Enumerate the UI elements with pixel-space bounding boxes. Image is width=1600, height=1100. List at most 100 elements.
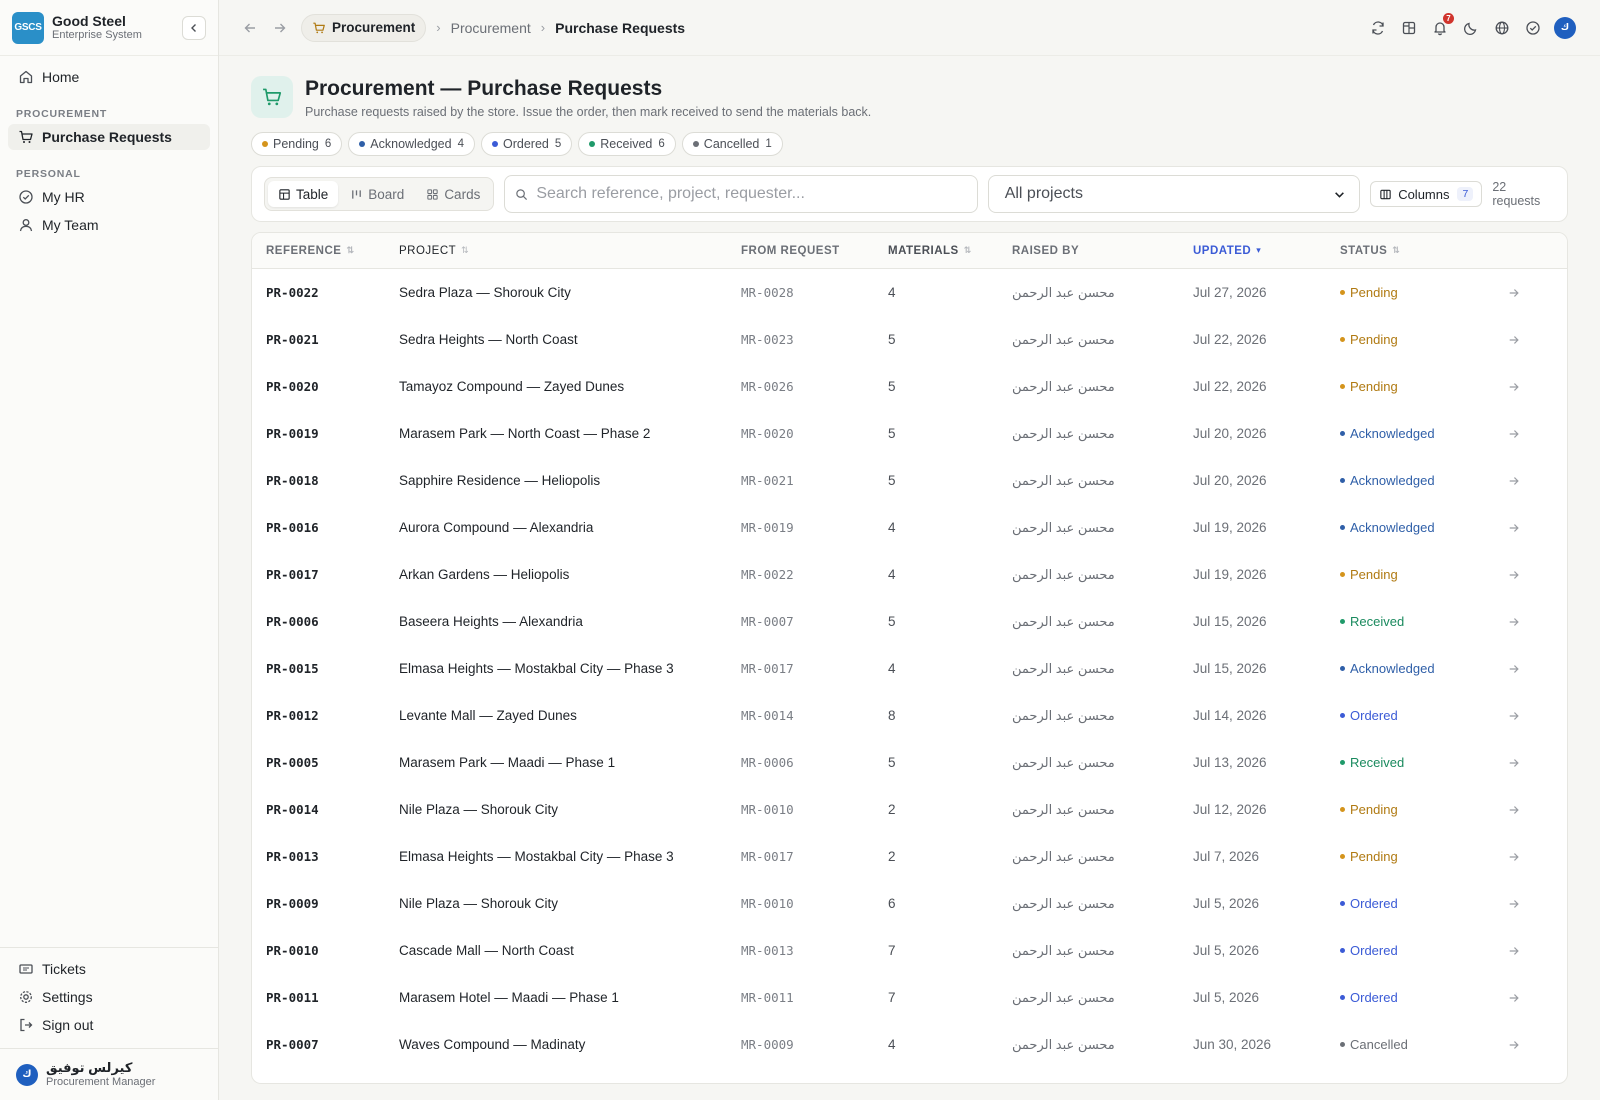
- table-row[interactable]: PR-0005 Marasem Park — Maadi — Phase 1 MR-…: [252, 739, 1567, 786]
- search-input[interactable]: [536, 185, 957, 203]
- open-row-button[interactable]: [1508, 851, 1538, 863]
- open-row-button[interactable]: [1508, 757, 1538, 769]
- user-avatar-button[interactable]: ك: [1554, 16, 1576, 39]
- column-header-updated[interactable]: UPDATED ▾: [1193, 245, 1340, 257]
- columns-button[interactable]: Columns 7: [1370, 181, 1483, 207]
- table-row[interactable]: PR-0018 Sapphire Residence — Heliopolis MR…: [252, 457, 1567, 504]
- cell-updated: Jul 19, 2026: [1193, 520, 1267, 535]
- table-row[interactable]: PR-0013 Elmasa Heights — Mostakbal City —…: [252, 833, 1567, 880]
- status-dot: [262, 141, 268, 147]
- status-dot: [1340, 431, 1345, 436]
- sidebar-item-sign-out[interactable]: Sign out: [8, 1012, 210, 1038]
- table-row[interactable]: PR-0021 Sedra Heights — North Coast MR-002…: [252, 316, 1567, 363]
- table-row[interactable]: PR-0012 Levante Mall — Zayed Dunes MR-0014…: [252, 692, 1567, 739]
- sidebar-item-tickets[interactable]: Tickets: [8, 956, 210, 982]
- status-chip-received[interactable]: Received 6: [578, 132, 676, 156]
- page-subtitle: Purchase requests raised by the store. I…: [305, 105, 872, 119]
- table-row[interactable]: PR-0019 Marasem Park — North Coast — Phas…: [252, 410, 1567, 457]
- table-row[interactable]: PR-0011 Marasem Hotel — Maadi — Phase 1 MR…: [252, 974, 1567, 1021]
- columns-icon: [1380, 189, 1391, 199]
- view-cards-button[interactable]: Cards: [416, 181, 490, 207]
- project-filter-value: All projects: [1004, 185, 1083, 202]
- back-arrow-icon[interactable]: [243, 21, 257, 35]
- sidebar-item-settings[interactable]: Settings: [8, 984, 210, 1010]
- arrow-right-icon: [1509, 805, 1519, 814]
- open-row-button[interactable]: [1508, 992, 1538, 1004]
- open-row-button[interactable]: [1508, 522, 1538, 534]
- column-header-raised-by: RAISED BY: [1012, 245, 1193, 257]
- column-header-project[interactable]: PROJECT ⇅: [399, 245, 741, 257]
- cell-project: Nile Plaza — Shorouk City: [399, 802, 559, 817]
- cell-project: Nile Plaza — Shorouk City: [399, 896, 559, 911]
- open-row-button[interactable]: [1508, 428, 1538, 440]
- open-row-button[interactable]: [1508, 898, 1538, 910]
- table-row[interactable]: PR-0016 Aurora Compound — Alexandria MR-00…: [252, 504, 1567, 551]
- sidebar-item-my-team[interactable]: My Team: [8, 212, 210, 238]
- open-row-button[interactable]: [1508, 287, 1538, 299]
- table-row[interactable]: PR-0022 Sedra Plaza — Shorouk City MR-0028…: [252, 269, 1567, 316]
- view-table-button[interactable]: Table: [268, 181, 339, 207]
- collapse-sidebar-button[interactable]: [182, 16, 206, 40]
- column-header-status[interactable]: STATUS ⇅: [1340, 245, 1508, 257]
- sidebar-item-home[interactable]: Home: [8, 64, 210, 90]
- forward-arrow-icon[interactable]: [273, 21, 287, 35]
- cell-raised-by: محسن عبد الرحمن: [1012, 707, 1115, 723]
- view-board-button[interactable]: Board: [340, 181, 414, 207]
- status-chip-acknowledged[interactable]: Acknowledged 4: [348, 132, 475, 156]
- status-chip-cancelled[interactable]: Cancelled 1: [681, 132, 783, 156]
- table-row[interactable]: PR-0006 Baseera Heights — Alexandria MR-00…: [252, 598, 1567, 645]
- column-header-reference[interactable]: REFERENCE ⇅: [252, 245, 399, 257]
- table-row[interactable]: PR-0010 Cascade Mall — North Coast MR-0013…: [252, 927, 1567, 974]
- table-row[interactable]: PR-0020 Tamayoz Compound — Zayed Dunes MR-…: [252, 363, 1567, 410]
- theme-toggle[interactable]: [1461, 18, 1480, 37]
- open-row-button[interactable]: [1508, 1039, 1538, 1051]
- status-badge: Pending: [1340, 849, 1508, 864]
- open-row-button[interactable]: [1508, 710, 1538, 722]
- status-chip-pending[interactable]: Pending 6: [251, 132, 343, 156]
- avatar: ك: [16, 1063, 38, 1086]
- language-button[interactable]: [1492, 18, 1511, 37]
- chevron-right-icon: ›: [540, 20, 546, 35]
- arrow-right-icon: [1509, 1040, 1519, 1049]
- notifications-button[interactable]: 7: [1430, 13, 1454, 37]
- current-user[interactable]: ك كيرلس توفيق Procurement Manager: [0, 1048, 218, 1100]
- refresh-button[interactable]: [1368, 18, 1387, 37]
- table-row[interactable]: PR-0014 Nile Plaza — Shorouk City MR-0010 2…: [252, 786, 1567, 833]
- history-nav: [243, 21, 287, 35]
- table-row[interactable]: PR-0007 Waves Compound — Madinaty MR-0009 4…: [252, 1021, 1567, 1068]
- table-row[interactable]: PR-0009 Nile Plaza — Shorouk City MR-0010 6…: [252, 880, 1567, 927]
- table-toolbar: Table Board Cards All proje: [251, 166, 1568, 222]
- arrow-right-icon: [1509, 288, 1519, 297]
- status-chip-label: Received: [600, 137, 653, 151]
- cell-materials: 4: [888, 1037, 896, 1052]
- sidebar-item-label: My HR: [42, 189, 85, 205]
- cell-reference: PR-0019: [266, 426, 319, 441]
- open-row-button[interactable]: [1508, 804, 1538, 816]
- open-row-button[interactable]: [1508, 334, 1538, 346]
- module-breadcrumb-pill[interactable]: Procurement: [301, 13, 427, 42]
- status-dot: [1340, 619, 1345, 624]
- sidebar-item-my-hr[interactable]: My HR: [8, 184, 210, 210]
- open-row-button[interactable]: [1508, 945, 1538, 957]
- breadcrumb-procurement[interactable]: Procurement: [451, 20, 531, 36]
- open-row-button[interactable]: [1508, 663, 1538, 675]
- apps-button[interactable]: [1399, 18, 1418, 37]
- table-row[interactable]: PR-0015 Elmasa Heights — Mostakbal City —…: [252, 645, 1567, 692]
- column-header-materials[interactable]: MATERIALS ⇅: [888, 245, 1012, 257]
- status-label: Acknowledged: [1350, 661, 1435, 676]
- open-row-button[interactable]: [1508, 616, 1538, 628]
- status-chip-ordered[interactable]: Ordered 5: [481, 132, 573, 156]
- open-row-button[interactable]: [1508, 569, 1538, 581]
- project-filter-select[interactable]: All projects: [987, 175, 1361, 213]
- sidebar-item-purchase-requests[interactable]: Purchase Requests: [8, 124, 210, 150]
- status-badge: Pending: [1340, 802, 1508, 817]
- status-label: Received: [1350, 755, 1405, 770]
- open-row-button[interactable]: [1508, 475, 1538, 487]
- cell-project: Baseera Heights — Alexandria: [399, 614, 583, 629]
- cell-project: Tamayoz Compound — Zayed Dunes: [399, 379, 625, 394]
- module-label: Procurement: [332, 20, 416, 35]
- status-button[interactable]: [1523, 18, 1542, 37]
- cell-reference: PR-0017: [266, 567, 319, 582]
- open-row-button[interactable]: [1508, 381, 1538, 393]
- table-row[interactable]: PR-0017 Arkan Gardens — Heliopolis MR-0022…: [252, 551, 1567, 598]
